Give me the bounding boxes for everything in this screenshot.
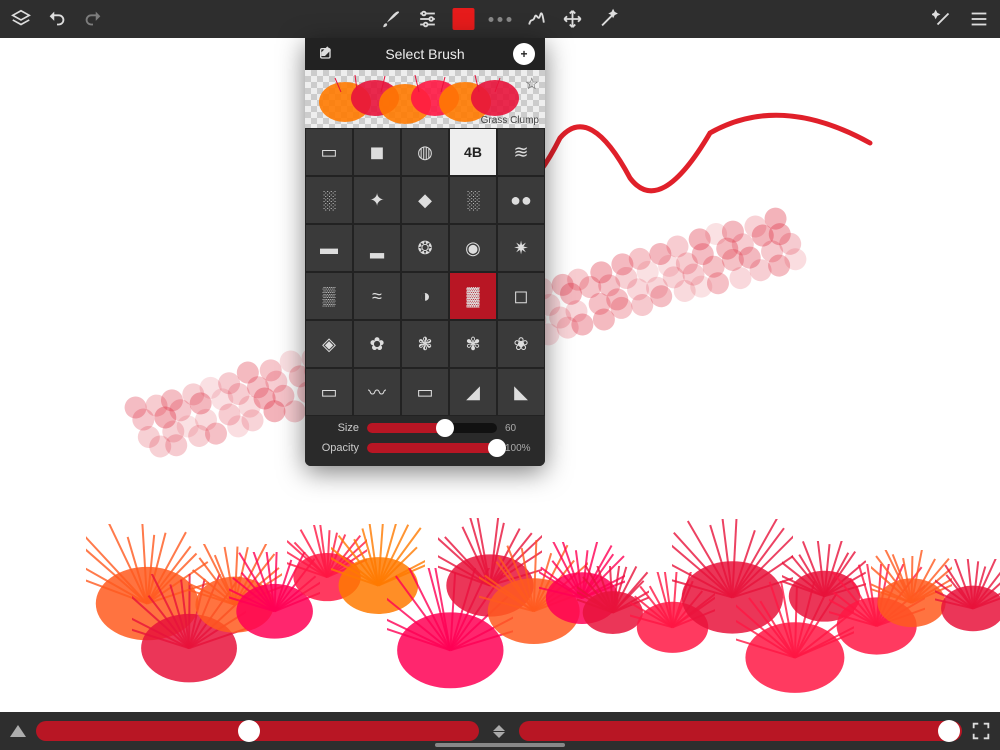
brush-thumb-icon: ●● <box>510 190 532 211</box>
brush-thumb-icon: ✦ <box>369 190 384 211</box>
opacity-slider[interactable] <box>367 443 497 453</box>
page-dots <box>489 17 512 22</box>
brush-thumb-icon: ◍ <box>417 142 433 163</box>
brush-preview-name: Grass Clump <box>481 115 539 126</box>
size-slider-row: Size 60 <box>315 422 535 434</box>
smudge-icon[interactable] <box>526 8 548 30</box>
brush-thumb-icon: ≈ <box>372 286 382 307</box>
brush-cell[interactable]: ✷ <box>497 224 545 272</box>
brush-thumb-icon: ❀ <box>513 334 528 355</box>
brush-picker-title: Select Brush <box>385 46 464 62</box>
brush-cell[interactable]: ≋ <box>497 128 545 176</box>
move-icon[interactable] <box>562 8 584 30</box>
brush-cell[interactable]: ◻ <box>497 272 545 320</box>
brush-cell[interactable]: ≈ <box>353 272 401 320</box>
brush-thumb-icon: ◣ <box>514 382 528 403</box>
brush-thumb-icon: ▂ <box>370 238 384 259</box>
brush-cell[interactable]: ✦ <box>353 176 401 224</box>
brush-thumb-icon: ▭ <box>416 382 433 403</box>
brush-thumb-icon: ◉ <box>465 238 481 259</box>
brush-thumb-icon: ≋ <box>513 142 528 163</box>
bottom-slider-left[interactable] <box>36 721 479 741</box>
brush-cell[interactable]: ❀ <box>497 320 545 368</box>
brush-cell[interactable]: ░ <box>305 176 353 224</box>
magic-icon[interactable] <box>932 8 954 30</box>
add-brush-icon[interactable]: + <box>513 43 535 65</box>
opacity-slider-row: Opacity 100% <box>315 442 535 454</box>
layers-icon[interactable] <box>10 8 32 30</box>
brush-cell[interactable]: ◉ <box>449 224 497 272</box>
brush-cell[interactable]: ◈ <box>305 320 353 368</box>
brush-thumb-icon: ░ <box>323 190 336 211</box>
brush-cell[interactable]: ✾ <box>449 320 497 368</box>
brush-preview: ☆ Grass Clump <box>305 70 545 128</box>
size-value: 60 <box>505 423 535 434</box>
collapse-left-icon[interactable] <box>8 721 28 741</box>
size-label: Size <box>315 422 359 434</box>
brush-cell[interactable]: ◍ <box>401 128 449 176</box>
brush-thumb-icon: ❃ <box>417 334 432 355</box>
brush-thumb-icon: ✷ <box>513 238 528 259</box>
wand-icon[interactable] <box>598 8 620 30</box>
brush-thumb-icon: ▭ <box>320 382 337 403</box>
bottom-slider-right[interactable] <box>519 721 962 741</box>
opacity-label: Opacity <box>315 442 359 454</box>
brush-cell[interactable]: ◑ <box>401 272 449 320</box>
sliders-icon[interactable] <box>417 8 439 30</box>
brush-cell[interactable]: ▂ <box>353 224 401 272</box>
brush-cell[interactable]: ❂ <box>401 224 449 272</box>
brush-cell[interactable]: ✿ <box>353 320 401 368</box>
brush-cell[interactable]: ▭ <box>305 368 353 416</box>
brush-thumb-icon: 〰 <box>368 379 386 405</box>
brush-grid: ▭ ◼ ◍ 4B ≋ ░ ✦ ◆ ░ ●● ▬ ▂ ❂ ◉ ✷ ▒ ≈ ◑ ▓ ◻ ◈ ✿ ❃ ✾ ❀ ▭ 〰 ▭ ◢ ◣ <box>305 128 545 416</box>
brush-cell[interactable]: ◼ <box>353 128 401 176</box>
redo-icon[interactable] <box>82 8 104 30</box>
brush-thumb-icon: ◆ <box>418 190 432 211</box>
mid-expand-icon[interactable] <box>487 719 511 743</box>
brush-cell[interactable]: ░ <box>449 176 497 224</box>
brush-cell[interactable]: ◣ <box>497 368 545 416</box>
brush-thumb-icon: ◈ <box>322 334 336 355</box>
brush-thumb-icon: ▬ <box>320 238 338 259</box>
brush-thumb-icon: ✿ <box>369 334 384 355</box>
brush-cell[interactable]: ▬ <box>305 224 353 272</box>
brush-tool-icon[interactable] <box>381 8 403 30</box>
fullscreen-icon[interactable] <box>970 720 992 742</box>
brush-thumb-icon: ◢ <box>466 382 480 403</box>
size-slider[interactable] <box>367 423 497 433</box>
brush-thumb-icon: ▒ <box>323 286 336 307</box>
edit-brush-icon[interactable] <box>315 43 337 65</box>
opacity-value: 100% <box>505 443 535 454</box>
brush-cell[interactable]: ◢ <box>449 368 497 416</box>
brush-thumb-icon: ◑ <box>420 286 431 307</box>
canvas-stroke-grass <box>50 452 950 682</box>
brush-cell[interactable]: ◆ <box>401 176 449 224</box>
brush-thumb-icon: ◼ <box>370 142 385 163</box>
menu-icon[interactable] <box>968 8 990 30</box>
brush-picker-panel: Select Brush + ☆ Grass Clump ▭ ◼ ◍ 4B ≋ ░ ✦ ◆ ░ ●… <box>305 38 545 466</box>
color-swatch[interactable] <box>453 8 475 30</box>
brush-thumb-icon: ░ <box>467 190 480 211</box>
brush-cell[interactable]: ▒ <box>305 272 353 320</box>
brush-cell[interactable]: 〰 <box>353 368 401 416</box>
brush-cell[interactable]: ▭ <box>401 368 449 416</box>
brush-thumb-icon: ❂ <box>417 238 432 259</box>
brush-cell[interactable]: ▓ <box>449 272 497 320</box>
brush-thumb-icon: ▓ <box>466 286 479 307</box>
brush-thumb-icon: ▭ <box>320 142 337 163</box>
brush-thumb-icon: ◻ <box>514 286 529 307</box>
brush-sliders: Size 60 Opacity 100% <box>305 416 545 466</box>
brush-thumb-icon: ✾ <box>465 334 480 355</box>
undo-icon[interactable] <box>46 8 68 30</box>
brush-cell[interactable]: ❃ <box>401 320 449 368</box>
top-toolbar <box>0 0 1000 38</box>
home-indicator <box>435 743 565 747</box>
favorite-star-icon[interactable]: ☆ <box>525 74 539 94</box>
brush-cell[interactable]: 4B <box>449 128 497 176</box>
brush-cell[interactable]: ●● <box>497 176 545 224</box>
brush-picker-header: Select Brush + <box>305 38 545 70</box>
brush-cell[interactable]: ▭ <box>305 128 353 176</box>
